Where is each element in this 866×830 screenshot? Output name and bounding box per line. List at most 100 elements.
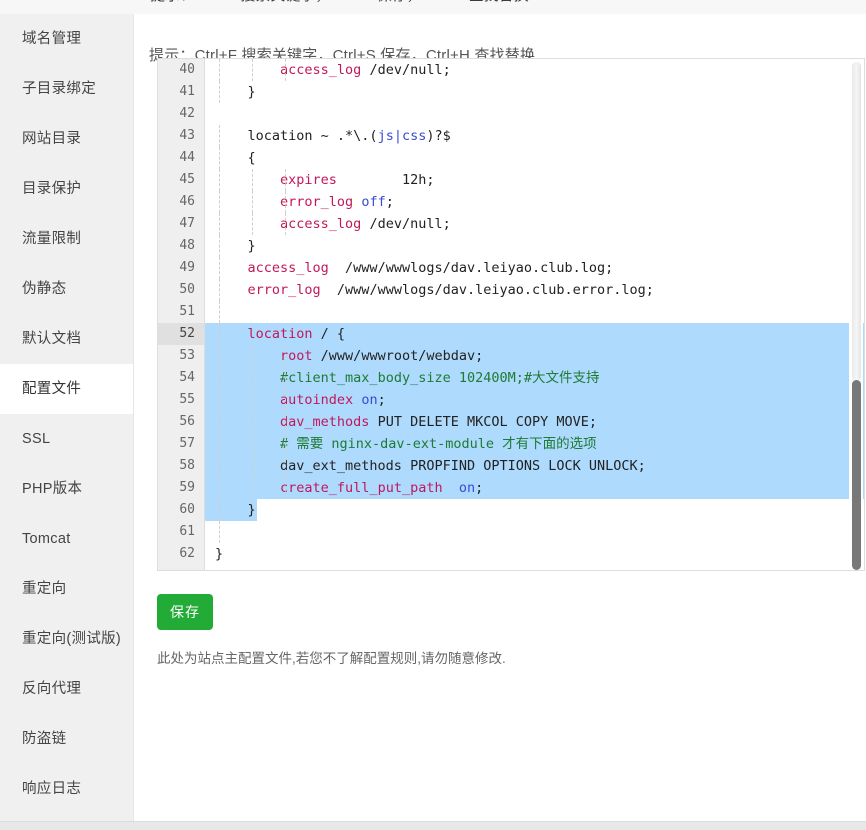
sidebar-item-10[interactable]: PHP版本 <box>0 464 133 514</box>
sidebar-item-14[interactable]: 反向代理 <box>0 664 133 714</box>
indent-guide <box>219 389 220 411</box>
indent-guide <box>252 213 253 235</box>
app-root: 提示：Ctrl+F 搜索关键字，Ctrl+S 保存，Ctrl+H 查找替换 域名… <box>0 0 866 830</box>
indent-guide <box>285 477 286 499</box>
code-token: 12h; <box>336 172 435 188</box>
indent-guide <box>219 323 220 345</box>
sidebar-item-4[interactable]: 目录保护 <box>0 164 133 214</box>
code-line[interactable] <box>205 301 864 323</box>
indent-guide <box>285 345 286 367</box>
sidebar-item-label: SSL <box>22 431 51 447</box>
sidebar-item-3[interactable]: 网站目录 <box>0 114 133 164</box>
sidebar-item-13[interactable]: 重定向(测试版) <box>0 614 133 664</box>
code-line[interactable]: autoindex on; <box>205 389 864 411</box>
code-line[interactable]: access_log /dev/null; <box>205 213 864 235</box>
sidebar-item-label: 响应日志 <box>22 781 82 797</box>
line-number: 47 <box>179 216 195 231</box>
indent-guide <box>219 257 220 279</box>
code-line[interactable] <box>205 103 864 125</box>
code-line[interactable]: access_log /dev/null; <box>205 59 864 81</box>
sidebar-item-1[interactable]: 域名管理 <box>0 14 133 64</box>
editor-vertical-scrollbar[interactable] <box>849 60 863 570</box>
code-line[interactable]: } <box>205 543 864 565</box>
indent-guide <box>219 433 220 455</box>
indent-guide <box>219 81 220 103</box>
sidebar-item-9[interactable]: SSL <box>0 414 133 464</box>
code-line[interactable]: } <box>205 499 864 521</box>
indent-guide <box>219 367 220 389</box>
code-line[interactable]: } <box>205 81 864 103</box>
sidebar-item-label: 配置文件 <box>22 381 82 397</box>
code-line[interactable]: root /www/wwwroot/webdav; <box>205 345 864 367</box>
indent-guide <box>285 213 286 235</box>
code-line[interactable]: error_log /www/wwwlogs/dav.leiyao.club.e… <box>205 279 864 301</box>
sidebar-item-label: 目录保护 <box>22 181 82 197</box>
sidebar-item-7[interactable]: 默认文档 <box>0 314 133 364</box>
main-panel: 提示：Ctrl+F 搜索关键字，Ctrl+S 保存，Ctrl+H 查找替换 40… <box>135 14 866 822</box>
code-line[interactable]: create_full_put_path on; <box>205 477 864 499</box>
sidebar-item-8[interactable]: 配置文件 <box>0 364 133 414</box>
sidebar-item-12[interactable]: 重定向 <box>0 564 133 614</box>
code-token: /dev/null; <box>361 62 451 78</box>
indent-guide <box>219 455 220 477</box>
line-number: 53 <box>179 348 195 363</box>
indent-guide <box>285 59 286 81</box>
line-number: 42 <box>179 106 195 121</box>
code-line[interactable]: dav_ext_methods PROPFIND OPTIONS LOCK UN… <box>205 455 864 477</box>
indent-guide <box>252 477 253 499</box>
code-token: access_log <box>247 260 329 276</box>
code-line[interactable] <box>205 521 864 543</box>
sidebar-item-16[interactable]: 响应日志 <box>0 764 133 814</box>
code-line[interactable]: #client_max_body_size 102400M;#大文件支持 <box>205 367 864 389</box>
line-number: 57 <box>179 436 195 451</box>
line-number: 60 <box>179 502 195 517</box>
line-number: 62 <box>179 546 195 561</box>
code-token: js|css <box>377 128 427 144</box>
indent-guide <box>219 169 220 191</box>
sidebar-item-5[interactable]: 流量限制 <box>0 214 133 264</box>
code-line[interactable]: location ~ .*\.(js|css)?$ <box>205 125 864 147</box>
code-token: } <box>215 546 224 562</box>
code-token: access_log <box>280 216 362 232</box>
code-line[interactable]: location / { <box>205 323 864 345</box>
config-file-editor[interactable]: 40 41 42 43 44 45 46 47 48 49 50 51 52 53 54 55 56 57 58 59… <box>157 58 865 571</box>
sidebar-item-11[interactable]: Tomcat <box>0 514 133 564</box>
code-token: dav_methods <box>280 414 370 430</box>
code-line[interactable]: error_log off; <box>205 191 864 213</box>
top-ghost-text: 提示：Ctrl+F 搜索关键字，Ctrl+S 保存，Ctrl+H 查找替换 <box>150 0 529 5</box>
code-token: PUT DELETE MKCOL COPY MOVE; <box>369 414 598 430</box>
code-line[interactable]: } <box>205 235 864 257</box>
code-token: error_log <box>247 282 321 298</box>
code-token: /www/wwwroot/webdav; <box>312 348 484 364</box>
sidebar-item-label: 网站目录 <box>22 131 82 147</box>
code-line[interactable]: { <box>205 147 864 169</box>
scrollbar-thumb-upper[interactable] <box>852 62 861 380</box>
line-number: 49 <box>179 260 195 275</box>
code-token: ; <box>377 392 386 408</box>
indent-guide <box>219 125 220 147</box>
indent-guide <box>219 345 220 367</box>
scrollbar-thumb[interactable] <box>852 380 861 570</box>
line-number: 54 <box>179 370 195 385</box>
code-line[interactable]: dav_methods PUT DELETE MKCOL COPY MOVE; <box>205 411 864 433</box>
sidebar-item-15[interactable]: 防盗链 <box>0 714 133 764</box>
code-line[interactable]: # 需要 nginx-dav-ext-module 才有下面的选项 <box>205 433 864 455</box>
top-clipped-strip: 提示：Ctrl+F 搜索关键字，Ctrl+S 保存，Ctrl+H 查找替换 <box>0 0 866 14</box>
sidebar-item-label: 重定向(测试版) <box>22 631 122 647</box>
sidebar-item-6[interactable]: 伪静态 <box>0 264 133 314</box>
indent-guide <box>219 59 220 81</box>
indent-guide <box>219 477 220 499</box>
indent-guide <box>252 411 253 433</box>
line-number: 41 <box>179 84 195 99</box>
editor-code-area[interactable]: access_log /dev/null; } location ~ .*\.(… <box>205 59 864 570</box>
code-line[interactable]: access_log /www/wwwlogs/dav.leiyao.club.… <box>205 257 864 279</box>
sidebar-item-2[interactable]: 子目录绑定 <box>0 64 133 114</box>
save-button[interactable]: 保存 <box>157 594 213 630</box>
code-line[interactable]: expires 12h; <box>205 169 864 191</box>
